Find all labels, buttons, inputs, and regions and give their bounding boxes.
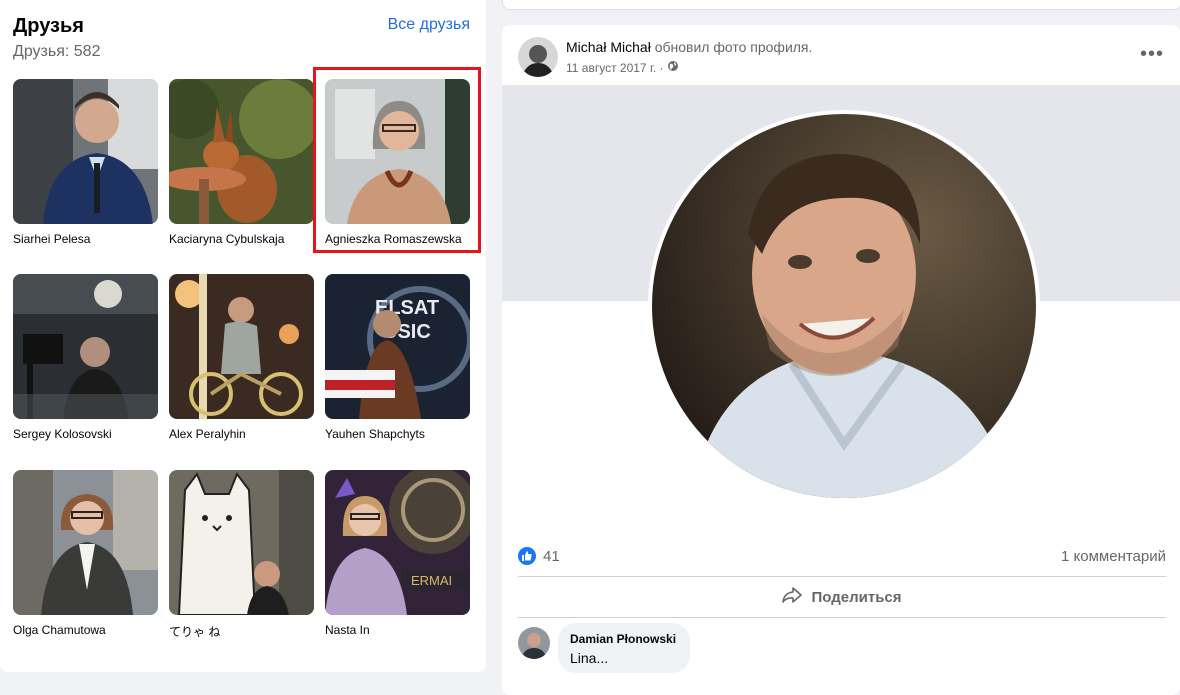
like-count[interactable]: 41 (543, 548, 560, 565)
comment-author[interactable]: Damian Płonowski (570, 632, 678, 646)
share-label: Поделиться (811, 588, 902, 606)
comment-text: Lina... (570, 650, 609, 666)
friend-photo[interactable] (169, 274, 314, 419)
post-author-line: Michał Michał обновил фото профиля. (566, 39, 812, 55)
friend-photo[interactable] (169, 79, 314, 224)
friend-name[interactable]: Sergey Kolosovski (13, 427, 158, 441)
updated-profile-photo[interactable] (648, 110, 1040, 502)
selection-highlight (313, 67, 481, 253)
friend-tile[interactable]: Alex Peralyhin (169, 274, 314, 441)
friends-count: Друзья: 582 (13, 43, 101, 60)
friend-photo[interactable]: ERMAI (325, 470, 470, 615)
friend-photo[interactable] (169, 470, 314, 615)
friend-tile[interactable]: ERMAI Nasta In (325, 470, 470, 637)
friend-name[interactable]: Olga Chamutowa (13, 623, 158, 637)
globe-icon (667, 60, 679, 75)
friend-name[interactable]: Alex Peralyhin (169, 427, 314, 441)
friend-tile[interactable]: ELSAT USIC Yauhen Shapchyts (325, 274, 470, 441)
previous-post-edge (502, 0, 1180, 10)
post-action: обновил фото профиля. (654, 39, 813, 55)
share-icon (782, 586, 803, 608)
svg-text:ERMAI: ERMAI (411, 573, 452, 588)
post-date-line: 11 август 2017 г. · (566, 60, 679, 75)
friend-name[interactable]: てりゃ ね (169, 623, 314, 640)
like-icon[interactable] (518, 547, 536, 565)
friend-photo[interactable] (13, 470, 158, 615)
friend-name[interactable]: Nasta In (325, 623, 470, 637)
comments-count[interactable]: 1 комментарий (1061, 548, 1166, 565)
reactions-row: 41 1 комментарий (518, 545, 1166, 567)
friend-name[interactable]: Kaciaryna Cybulskaja (169, 232, 314, 246)
post-author-name[interactable]: Michał Michał (566, 39, 651, 55)
more-horizontal-icon[interactable]: ••• (1140, 43, 1164, 66)
author-avatar[interactable] (518, 37, 558, 77)
divider (518, 576, 1166, 577)
friend-tile[interactable]: Olga Chamutowa (13, 470, 158, 637)
friend-tile[interactable]: Kaciaryna Cybulskaja (169, 79, 314, 246)
post-card: Michał Michał обновил фото профиля. 11 а… (502, 25, 1180, 695)
friend-name[interactable]: Yauhen Shapchyts (325, 427, 470, 441)
friend-name[interactable]: Siarhei Pelesa (13, 232, 158, 246)
post-date[interactable]: 11 август 2017 г. · (566, 61, 664, 75)
friends-title: Друзья (13, 15, 84, 37)
commenter-avatar[interactable] (518, 627, 550, 659)
friend-photo[interactable]: ELSAT USIC (325, 274, 470, 419)
friend-photo[interactable] (13, 79, 158, 224)
friend-photo[interactable] (13, 274, 158, 419)
friend-tile[interactable]: Sergey Kolosovski (13, 274, 158, 441)
friend-tile[interactable]: てりゃ ね (169, 470, 314, 640)
share-button[interactable]: Поделиться (518, 578, 1166, 616)
all-friends-link[interactable]: Все друзья (388, 16, 470, 34)
friend-tile[interactable]: Siarhei Pelesa (13, 79, 158, 246)
comment-bubble: Damian Płonowski Lina... (558, 623, 690, 673)
divider (518, 617, 1166, 618)
